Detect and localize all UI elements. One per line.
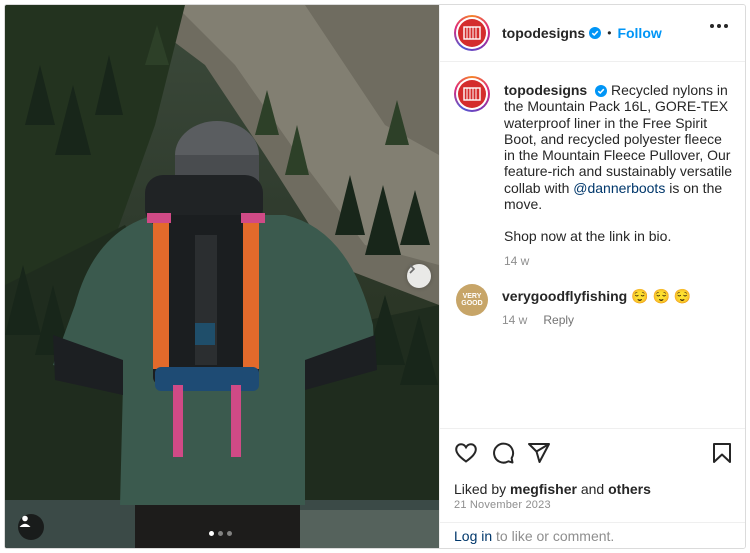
caption-mention-link[interactable]: @dannerboots [573,180,665,196]
login-link[interactable]: Log in [454,528,492,544]
caption-timestamp[interactable]: 14 w [504,253,529,269]
comment-icon[interactable] [491,441,515,465]
comment-text: 😌 😌 😌 [631,288,692,304]
liked-by-others-link[interactable]: others [608,481,651,497]
user-tag-icon [19,515,31,527]
heart-icon[interactable] [454,441,478,465]
photo-illustration [5,5,439,548]
caption-text: Recycled nylons in the Mountain Pack 16L… [504,82,733,196]
follow-button[interactable]: Follow [617,25,661,41]
comment-author[interactable]: verygoodflyfishing [502,288,627,304]
tagged-users-button[interactable] [18,514,44,540]
verified-badge-icon [589,27,602,39]
carousel-dot [227,531,232,536]
post-date[interactable]: 21 November 2023 [454,499,551,511]
post-photo[interactable] [5,5,439,548]
commenter-avatar[interactable]: VERY GOOD [456,284,488,316]
post-header: topodesigns • Follow [440,5,745,62]
comment-item: VERY GOOD verygoodflyfishing 😌 😌 😌 14 w … [454,282,732,329]
carousel-dot-active [209,531,214,536]
verified-badge-icon [595,85,608,97]
bookmark-icon[interactable] [710,441,734,465]
liked-by-user-link[interactable]: megfisher [510,481,577,497]
post-dialog: topodesigns • Follow topodesigns Recycle… [4,4,746,549]
next-arrow-icon [409,264,416,274]
caption-author[interactable]: topodesigns [504,82,587,98]
header-separator: • [607,26,612,40]
post-side-panel: topodesigns • Follow topodesigns Recycle… [439,5,745,548]
caption-second-paragraph: Shop now at the link in bio. [504,228,672,245]
author-avatar[interactable] [454,15,490,51]
login-prompt: Log in to like or comment. [440,522,745,548]
next-photo-button[interactable] [407,264,431,288]
topodesigns-logo-icon [458,19,486,47]
topodesigns-logo-icon [458,80,486,108]
share-icon[interactable] [527,441,551,465]
comments-section[interactable]: topodesigns Recycled nylons in the Mount… [440,62,745,428]
comment-timestamp[interactable]: 14 w [502,312,527,328]
likes-summary: Liked by megfisher and others [454,481,651,497]
reply-button[interactable]: Reply [543,312,574,328]
more-options-icon[interactable] [710,24,728,28]
carousel-indicator [209,531,232,536]
caption: topodesigns Recycled nylons in the Mount… [454,76,734,269]
post-actions: Liked by megfisher and others 21 Novembe… [440,428,745,548]
caption-author-avatar[interactable] [454,76,490,112]
carousel-dot [218,531,223,536]
author-username[interactable]: topodesigns [502,25,585,41]
